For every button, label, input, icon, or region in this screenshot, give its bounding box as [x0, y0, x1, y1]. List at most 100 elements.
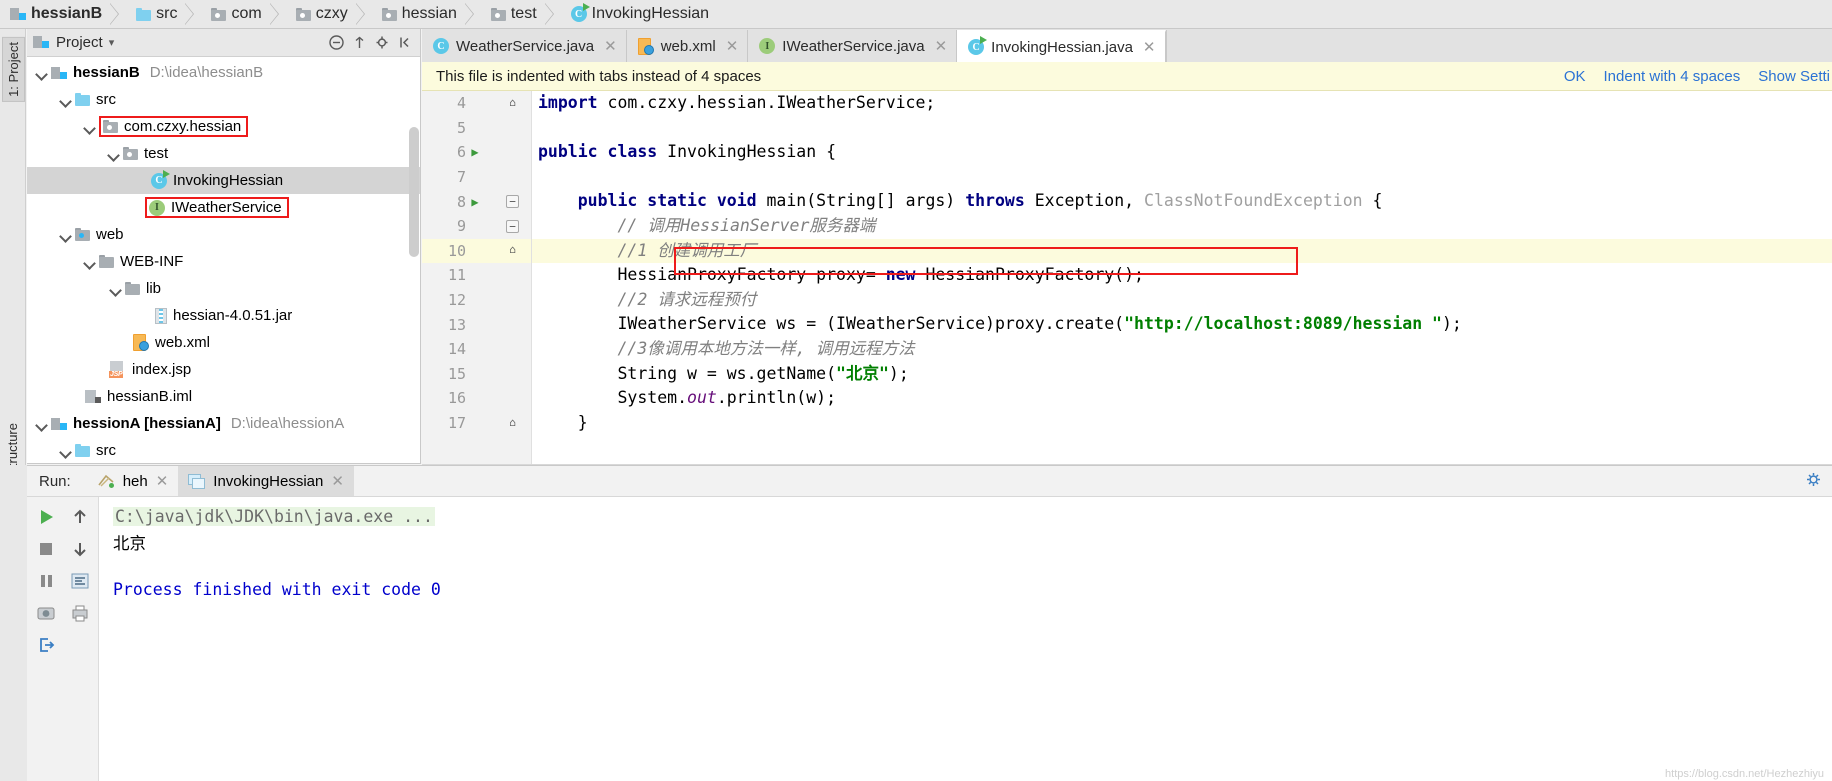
- target-icon[interactable]: [351, 34, 368, 51]
- notification-settings-link[interactable]: Show Setti: [1758, 68, 1830, 85]
- gear-icon[interactable]: [1805, 471, 1832, 492]
- package-icon: [381, 7, 397, 21]
- fold-cap-icon[interactable]: ⌂: [506, 417, 519, 430]
- exit-icon[interactable]: [32, 631, 60, 659]
- up-icon[interactable]: [66, 503, 94, 531]
- collapse-all-icon[interactable]: [328, 34, 345, 51]
- run-tab-heh[interactable]: heh ✕: [87, 466, 179, 496]
- editor-tab-invokinghessian[interactable]: C InvokingHessian.java ✕: [957, 30, 1166, 62]
- tree-row-com-czxy-hessian[interactable]: com.czxy.hessian: [27, 113, 420, 140]
- tree-row-web[interactable]: web: [27, 221, 420, 248]
- folder-web-icon: [75, 228, 90, 241]
- java-interface-icon: I: [759, 38, 776, 54]
- tree-row-invokinghessian[interactable]: C InvokingHessian: [27, 167, 420, 194]
- tree-row-hessian-jar[interactable]: hessian-4.0.51.jar: [27, 302, 420, 329]
- notification-ok-link[interactable]: OK: [1564, 68, 1586, 85]
- breadcrumb-item-hessianB[interactable]: hessianB: [0, 0, 126, 29]
- tree-row-src[interactable]: src: [27, 86, 420, 113]
- code-lines[interactable]: import com.czxy.hessian.IWeatherService;…: [532, 91, 1832, 464]
- tree-row-label: test: [144, 145, 169, 162]
- fold-collapse-icon[interactable]: −: [506, 219, 519, 233]
- stop-icon[interactable]: [32, 535, 60, 563]
- notification-indent-link[interactable]: Indent with 4 spaces: [1604, 68, 1741, 85]
- editor-gutter[interactable]: 4 ⌂ 5 6 ▶ 7 8 ▶ − 9− 10 ⌂ 11 12 13 14 15 16 1…: [422, 91, 553, 464]
- chevron-right-icon: [463, 0, 477, 29]
- tree-row-hessiona-src[interactable]: src: [27, 437, 420, 464]
- close-icon[interactable]: ✕: [726, 37, 739, 55]
- breadcrumb-item-src[interactable]: src: [126, 0, 201, 29]
- tree-row-index-jsp[interactable]: JSP index.jsp: [27, 356, 420, 383]
- line-number: 17: [447, 414, 466, 433]
- editor-tab-weatherservice[interactable]: C WeatherService.java ✕: [422, 30, 627, 62]
- chevron-down-icon[interactable]: [33, 415, 51, 433]
- gear-icon[interactable]: [374, 34, 391, 51]
- gutter-line: 4 ⌂: [422, 91, 531, 116]
- camera-icon[interactable]: [32, 599, 60, 627]
- chevron-right-icon: [354, 0, 368, 29]
- tree-row-hessiona[interactable]: hessionA [hessianA] D:\idea\hessionA: [27, 410, 420, 437]
- watermark-text: https://blog.csdn.net/Hezhezhiyu: [1665, 768, 1824, 780]
- tree-row-lib[interactable]: lib: [27, 275, 420, 302]
- tree-row-iweatherservice[interactable]: I IWeatherService: [27, 194, 420, 221]
- chevron-down-icon[interactable]: [33, 64, 51, 82]
- project-tree[interactable]: hessianB D:\idea\hessianB src com.czxy.h…: [27, 57, 420, 464]
- chevron-right-icon: [183, 0, 197, 29]
- run-method-icon[interactable]: ▶: [466, 195, 484, 209]
- tree-row-web-inf[interactable]: WEB-INF: [27, 248, 420, 275]
- breadcrumb-item-invokinghessian[interactable]: C InvokingHessian: [561, 0, 713, 29]
- fold-cap-icon[interactable]: ⌂: [506, 244, 519, 257]
- console-command-line: C:\java\jdk\JDK\bin\java.exe ...: [113, 507, 435, 526]
- close-icon[interactable]: ✕: [604, 37, 617, 55]
- rerun-icon[interactable]: [32, 503, 60, 531]
- chevron-down-icon[interactable]: [57, 91, 75, 109]
- breadcrumb-item-test[interactable]: test: [481, 0, 561, 29]
- breadcrumb-item-hessian[interactable]: hessian: [372, 0, 481, 29]
- chevron-right-icon: [108, 0, 122, 29]
- chevron-down-icon[interactable]: [81, 118, 99, 136]
- tree-row-test[interactable]: test: [27, 140, 420, 167]
- xml-icon: [637, 37, 654, 55]
- run-class-icon[interactable]: ▶: [466, 145, 484, 159]
- pause-icon[interactable]: [32, 567, 60, 595]
- tree-row-hessianb-iml[interactable]: hessianB.iml: [27, 383, 420, 410]
- chevron-down-icon[interactable]: [105, 145, 123, 163]
- code-line: String w = ws.getName("北京");: [538, 363, 909, 383]
- chevron-down-icon[interactable]: [107, 280, 125, 298]
- project-tree-scrollbar[interactable]: [409, 127, 419, 257]
- console-icon: [188, 473, 206, 489]
- chevron-down-icon[interactable]: [57, 226, 75, 244]
- iml-icon: [85, 389, 101, 404]
- print-icon[interactable]: [66, 599, 94, 627]
- tree-row-hessianB[interactable]: hessianB D:\idea\hessianB: [27, 59, 420, 86]
- run-tab-invokinghessian[interactable]: InvokingHessian ✕: [178, 466, 354, 496]
- chevron-down-icon[interactable]: ▾: [109, 36, 115, 49]
- close-icon[interactable]: ✕: [935, 37, 948, 55]
- toolbar-spacer: [66, 631, 94, 659]
- chevron-down-icon[interactable]: [57, 442, 75, 460]
- fold-collapse-icon[interactable]: −: [506, 195, 519, 209]
- code-line: System.out.println(w);: [538, 388, 837, 408]
- down-icon[interactable]: [66, 535, 94, 563]
- close-icon[interactable]: ✕: [331, 472, 344, 490]
- breadcrumb-item-com[interactable]: com: [201, 0, 285, 29]
- breadcrumb-item-czxy[interactable]: czxy: [286, 0, 372, 29]
- tool-window-tab-project[interactable]: 1: Project: [2, 37, 25, 102]
- close-icon[interactable]: ✕: [1143, 38, 1156, 56]
- close-icon[interactable]: ✕: [156, 472, 169, 490]
- breadcrumb: hessianB src com czxy hessian test C Inv…: [0, 0, 1832, 29]
- run-body: C:\java\jdk\JDK\bin\java.exe ... 北京 Proc…: [27, 497, 1832, 781]
- run-tab-label: InvokingHessian: [213, 472, 324, 490]
- run-console[interactable]: C:\java\jdk\JDK\bin\java.exe ... 北京 Proc…: [99, 497, 1832, 781]
- chevron-down-icon[interactable]: [81, 253, 99, 271]
- editor-tab-iweatherservice[interactable]: I IWeatherService.java ✕: [748, 30, 958, 62]
- editor-tab-web-xml[interactable]: web.xml ✕: [626, 30, 749, 62]
- fold-cap-icon[interactable]: ⌂: [506, 97, 519, 110]
- code-editor[interactable]: 4 ⌂ 5 6 ▶ 7 8 ▶ − 9− 10 ⌂ 11 12 13 14 15 16 1…: [422, 91, 1832, 464]
- tree-row-web-xml[interactable]: web.xml: [27, 329, 420, 356]
- soft-wrap-icon[interactable]: [66, 567, 94, 595]
- gutter-line: 10 ⌂: [422, 238, 553, 264]
- hide-panel-icon[interactable]: [397, 34, 414, 51]
- run-tab-label: heh: [122, 472, 148, 490]
- editor-tab-label: web.xml: [660, 37, 716, 55]
